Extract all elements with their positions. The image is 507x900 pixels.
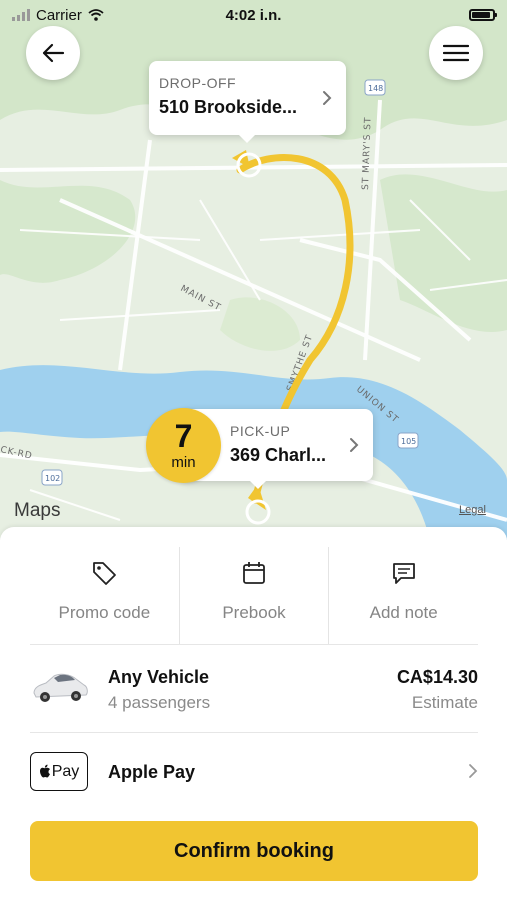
legal-link[interactable]: Legal [459, 504, 486, 516]
car-icon [33, 673, 88, 702]
confirm-booking-button[interactable]: Confirm booking [30, 821, 478, 881]
vehicle-name: Any Vehicle [108, 667, 210, 687]
status-time: 4:02 i.n. [225, 6, 282, 24]
apple-pay-badge: Pay [30, 752, 88, 791]
svg-text:148: 148 [368, 84, 383, 93]
battery-icon [469, 9, 497, 21]
menu-button[interactable] [429, 26, 483, 80]
chevron-right-icon [350, 438, 359, 452]
back-button[interactable] [26, 26, 80, 80]
svg-text:CK-RD: CK-RD [0, 445, 33, 462]
dropoff-address: 510 Brookside... [159, 97, 298, 117]
action-row: Promo code Prebook Add note [30, 547, 478, 645]
status-bar: Carrier 4:02 i.n. [0, 0, 507, 30]
dropoff-label: DROP-OFF [159, 75, 237, 91]
arrow-left-icon [42, 43, 65, 63]
fare-estimate-label: Estimate [411, 693, 478, 712]
svg-text:MAIN ST: MAIN ST [179, 284, 223, 314]
eta-value: 7 [174, 418, 193, 454]
eta-unit: min [171, 454, 196, 471]
apple-logo-icon [39, 764, 50, 778]
svg-text:105: 105 [401, 437, 416, 446]
chevron-right-icon [469, 764, 478, 778]
tag-icon [93, 562, 117, 585]
fare-price: CA$14.30 [396, 667, 478, 687]
prebook-label: Prebook [222, 603, 286, 622]
hamburger-icon [443, 44, 469, 62]
vehicle-passengers: 4 passengers [108, 693, 211, 712]
apple-pay-badge-text: Pay [51, 762, 80, 780]
chevron-right-icon [323, 91, 332, 105]
prebook-button[interactable]: Prebook [178, 547, 329, 645]
dropoff-callout[interactable]: DROP-OFF 510 Brookside... [149, 61, 346, 143]
promo-code-label: Promo code [58, 603, 151, 622]
svg-text:102: 102 [45, 474, 60, 483]
eta-badge: 7 min [146, 408, 221, 483]
calendar-icon [243, 562, 265, 584]
payment-method-row[interactable]: Pay Apple Pay [30, 743, 478, 803]
booking-sheet: Promo code Prebook Add note Any Vehicle … [0, 527, 507, 900]
divider [30, 644, 478, 645]
promo-code-button[interactable]: Promo code [30, 547, 179, 645]
maps-logo: Maps [14, 500, 61, 521]
vehicle-option[interactable]: Any Vehicle 4 passengers CA$14.30 Estima… [30, 655, 478, 730]
pickup-label: PICK-UP [230, 423, 291, 439]
note-icon [392, 563, 415, 584]
pickup-address: 369 Charl... [230, 445, 327, 465]
svg-text:ST MARY'S ST: ST MARY'S ST [361, 116, 374, 190]
payment-method-name: Apple Pay [108, 762, 196, 782]
divider [30, 732, 478, 733]
add-note-button[interactable]: Add note [328, 547, 478, 645]
add-note-label: Add note [369, 603, 438, 622]
